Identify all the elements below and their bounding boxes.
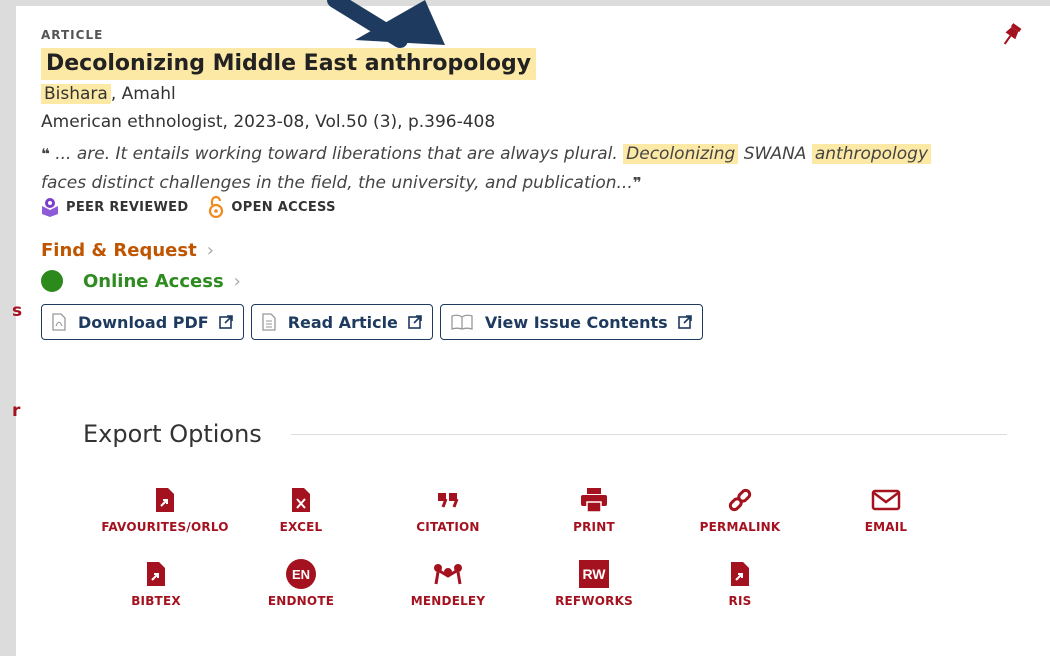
endnote-icon: EN	[286, 559, 316, 589]
export-email[interactable]: EMAIL	[811, 486, 961, 534]
open-quote-icon: ❝	[41, 145, 50, 163]
view-issue-contents-button[interactable]: View Issue Contents	[439, 304, 703, 340]
file-arrow-icon	[731, 562, 749, 586]
left-edge-fragment: s	[12, 301, 23, 321]
file-arrow-icon	[156, 488, 174, 512]
divider	[291, 434, 1007, 435]
record-source: American ethnologist, 2023-08, Vol.50 (3…	[41, 112, 496, 132]
export-bibtex[interactable]: BIBTEX	[81, 560, 231, 608]
open-book-icon	[451, 314, 473, 330]
mendeley-icon	[434, 564, 462, 585]
search-result-card: s r ARTICLE Decolonizing Middle East ant…	[12, 6, 1050, 656]
export-excel[interactable]: EXCEL	[226, 486, 376, 534]
export-ris[interactable]: RIS	[665, 560, 815, 608]
read-article-button[interactable]: Read Article	[250, 304, 433, 340]
snippet-highlight: Decolonizing	[623, 144, 739, 164]
envelope-icon	[871, 489, 901, 511]
external-link-icon	[218, 315, 233, 329]
open-lock-icon	[209, 196, 224, 218]
pdf-file-icon	[52, 313, 66, 331]
record-badges: PEER REVIEWED OPEN ACCESS	[41, 196, 356, 218]
excel-icon	[292, 488, 310, 512]
link-icon	[728, 488, 752, 512]
external-link-icon	[677, 315, 692, 329]
export-refworks[interactable]: RW REFWORKS	[519, 560, 669, 608]
record-authors: Bishara, Amahl	[41, 84, 176, 104]
external-link-icon	[408, 315, 422, 329]
svg-text:EN: EN	[292, 567, 310, 582]
export-print[interactable]: PRINT	[519, 486, 669, 534]
snippet-highlight: anthropology	[811, 144, 932, 164]
open-access-badge: OPEN ACCESS	[208, 196, 335, 218]
svg-text:RW: RW	[582, 566, 606, 582]
record-type-label: ARTICLE	[41, 28, 104, 42]
export-endnote[interactable]: EN ENDNOTE	[226, 559, 376, 608]
export-favourites-orlo[interactable]: FAVOURITES/ORLO	[90, 486, 240, 534]
author-rest: , Amahl	[110, 84, 176, 104]
document-icon	[262, 313, 276, 331]
left-edge-fragment: r	[12, 401, 21, 421]
printer-icon	[581, 488, 607, 513]
export-options-title: Export Options	[83, 420, 262, 448]
record-snippet: ❝ ... are. It entails working toward lib…	[41, 140, 941, 198]
chevron-right-icon: ›	[233, 270, 241, 292]
download-pdf-button[interactable]: Download PDF	[41, 304, 244, 340]
author-highlight[interactable]: Bishara	[41, 84, 111, 104]
peer-reviewed-badge: PEER REVIEWED	[41, 197, 188, 217]
record-title[interactable]: Decolonizing Middle East anthropology	[41, 48, 537, 80]
find-request-link[interactable]: Find & Request ›	[41, 240, 214, 261]
refworks-icon: RW	[579, 560, 609, 588]
access-buttons: Download PDF Read Article View Issue Con…	[41, 304, 710, 340]
availability-dot-icon	[41, 270, 63, 292]
chevron-right-icon: ›	[206, 240, 214, 261]
export-mendeley[interactable]: MENDELEY	[373, 560, 523, 608]
pin-icon[interactable]	[1000, 22, 1022, 48]
file-arrow-icon	[147, 562, 165, 586]
quote-icon	[438, 493, 459, 508]
export-citation[interactable]: CITATION	[373, 486, 523, 534]
peer-reviewed-icon	[42, 198, 58, 217]
online-access-link[interactable]: Online Access ›	[41, 270, 241, 292]
close-quote-icon: ❞	[632, 174, 642, 192]
export-permalink[interactable]: PERMALINK	[665, 486, 815, 534]
